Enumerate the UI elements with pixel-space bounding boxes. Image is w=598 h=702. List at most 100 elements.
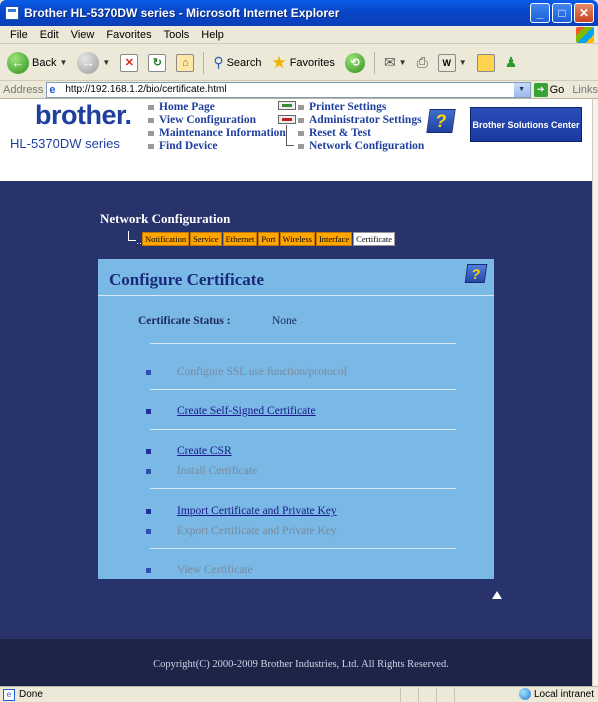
nav-printer-settings[interactable]: Printer Settings (298, 101, 424, 114)
forward-arrow-icon: → (77, 51, 100, 74)
search-button[interactable]: ⚲ Search (210, 52, 264, 73)
address-label: Address (3, 83, 44, 96)
nav-find-device[interactable]: Find Device (148, 140, 286, 153)
home-button[interactable]: ⌂ (173, 52, 197, 74)
search-icon: ⚲ (213, 54, 224, 70)
menu-bar: File Edit View Favorites Tools Help (0, 26, 598, 44)
divider (150, 488, 456, 489)
nav-administrator-settings[interactable]: Administrator Settings (298, 114, 424, 127)
nav-tree-line (286, 125, 294, 146)
word-edit-icon: W (437, 53, 456, 72)
edit-button[interactable]: W ▼ (435, 52, 470, 74)
folder-button[interactable] (474, 52, 498, 74)
menu-view[interactable]: View (65, 29, 101, 41)
menu-help[interactable]: Help (195, 29, 230, 41)
divider (150, 429, 456, 430)
bullet-icon (146, 508, 151, 514)
certificate-panel: Configure Certificate ? Certificate Stat… (98, 259, 494, 579)
bullet-icon (146, 528, 151, 534)
option-label: Configure SSL use function/protocol (177, 366, 347, 378)
maximize-button[interactable]: □ (552, 3, 572, 23)
go-label: Go (549, 83, 565, 96)
option-create-self-signed[interactable]: Create Self-Signed Certificate (146, 405, 316, 417)
windows-logo-icon (576, 27, 594, 43)
option-label[interactable]: Import Certificate and Private Key (177, 505, 337, 517)
help-icon[interactable]: ? (426, 109, 456, 133)
tab-certificate[interactable]: Certificate (353, 232, 396, 246)
divider (150, 389, 456, 390)
nav-right: Printer Settings Administrator Settings … (298, 101, 424, 153)
search-label: Search (226, 56, 262, 69)
nav-maintenance-information[interactable]: Maintenance Information (148, 127, 286, 140)
nav-home-page[interactable]: Home Page (148, 101, 286, 114)
mail-button[interactable]: ✉ ▼ (381, 52, 410, 73)
bullet-icon (146, 408, 151, 414)
links-button[interactable]: Links (572, 84, 598, 96)
minimize-button[interactable]: _ (530, 3, 550, 23)
toolbar: ← Back ▼ → ▼ ✕ ↻ ⌂ ⚲ Search ★ Favorites … (0, 45, 598, 81)
stop-icon: ✕ (120, 53, 139, 72)
window-controls: _ □ ✕ (530, 3, 594, 23)
menu-tools[interactable]: Tools (158, 29, 196, 41)
stop-button[interactable]: ✕ (117, 52, 141, 74)
messenger-button[interactable]: ♟ (502, 52, 521, 73)
back-dropdown-icon: ▼ (59, 58, 68, 67)
security-zone: Local intranet (518, 688, 594, 700)
forward-button[interactable]: → ▼ (74, 50, 113, 76)
close-button[interactable]: ✕ (574, 3, 594, 23)
option-import-certificate[interactable]: Import Certificate and Private Key (146, 505, 337, 517)
page-viewport: brother. HL-5370DW series Home Page View… (0, 99, 592, 686)
refresh-button[interactable]: ↻ (145, 52, 169, 74)
tab-service[interactable]: Service (190, 232, 222, 246)
print-button[interactable]: ⎙ (414, 52, 431, 73)
bullet-icon (146, 448, 151, 454)
divider (150, 548, 456, 549)
address-input[interactable]: e http://192.168.1.2/bio/certificate.htm… (46, 81, 531, 98)
vertical-scrollbar[interactable] (592, 99, 598, 686)
bullet-icon (146, 468, 151, 474)
option-label[interactable]: Create Self-Signed Certificate (177, 405, 316, 417)
back-arrow-icon: ← (7, 51, 29, 74)
option-view-certificate: View Certificate (146, 564, 253, 576)
go-button[interactable]: ➔ Go (533, 82, 565, 97)
folder-icon (476, 53, 495, 72)
page-footer: Copyright(C) 2000-2009 Brother Industrie… (0, 639, 592, 686)
status-cell (454, 687, 472, 702)
brother-solutions-center-button[interactable]: Brother Solutions Center (470, 107, 582, 142)
history-button[interactable]: ⟲ (342, 51, 368, 75)
admin-settings-icon (278, 115, 296, 124)
back-button[interactable]: ← Back ▼ (4, 50, 70, 76)
panel-help-icon[interactable]: ? (464, 264, 488, 283)
address-url: http://192.168.1.2/bio/certificate.html (65, 84, 227, 95)
window-title: Brother HL-5370DW series - Microsoft Int… (24, 6, 340, 20)
divider (150, 343, 456, 344)
mail-icon: ✉ (383, 54, 396, 70)
tab-wireless[interactable]: Wireless (279, 232, 315, 246)
page-icon: e (49, 83, 56, 96)
print-icon: ⎙ (416, 54, 428, 70)
printer-settings-icon (278, 101, 296, 110)
toolbar-separator (203, 51, 205, 74)
option-create-csr[interactable]: Create CSR (146, 445, 232, 457)
option-label[interactable]: Create CSR (177, 445, 232, 457)
status-bar: e Done Local intranet (0, 686, 598, 702)
nav-view-configuration[interactable]: View Configuration (148, 114, 286, 127)
tab-port[interactable]: Port (258, 232, 279, 246)
scroll-to-top-icon[interactable] (492, 591, 502, 599)
menu-edit[interactable]: Edit (34, 29, 65, 41)
menu-file[interactable]: File (4, 29, 34, 41)
tab-notification[interactable]: Notification (142, 232, 190, 246)
panel-title-divider (98, 295, 494, 296)
panel-title: Configure Certificate (109, 270, 264, 289)
tab-interface[interactable]: Interface (315, 232, 353, 246)
done-page-icon: e (3, 688, 15, 701)
address-dropdown-icon[interactable]: ▼ (513, 82, 530, 97)
option-label: View Certificate (177, 564, 253, 576)
favorites-button[interactable]: ★ Favorites (268, 51, 338, 75)
nav-network-configuration[interactable]: Network Configuration (298, 140, 424, 153)
menu-favorites[interactable]: Favorites (100, 29, 157, 41)
tab-ethernet[interactable]: Ethernet (222, 232, 258, 246)
address-bar: Address e http://192.168.1.2/bio/certifi… (0, 81, 598, 99)
nav-reset-test[interactable]: Reset & Test (298, 127, 424, 140)
favorites-star-icon: ★ (271, 52, 287, 72)
